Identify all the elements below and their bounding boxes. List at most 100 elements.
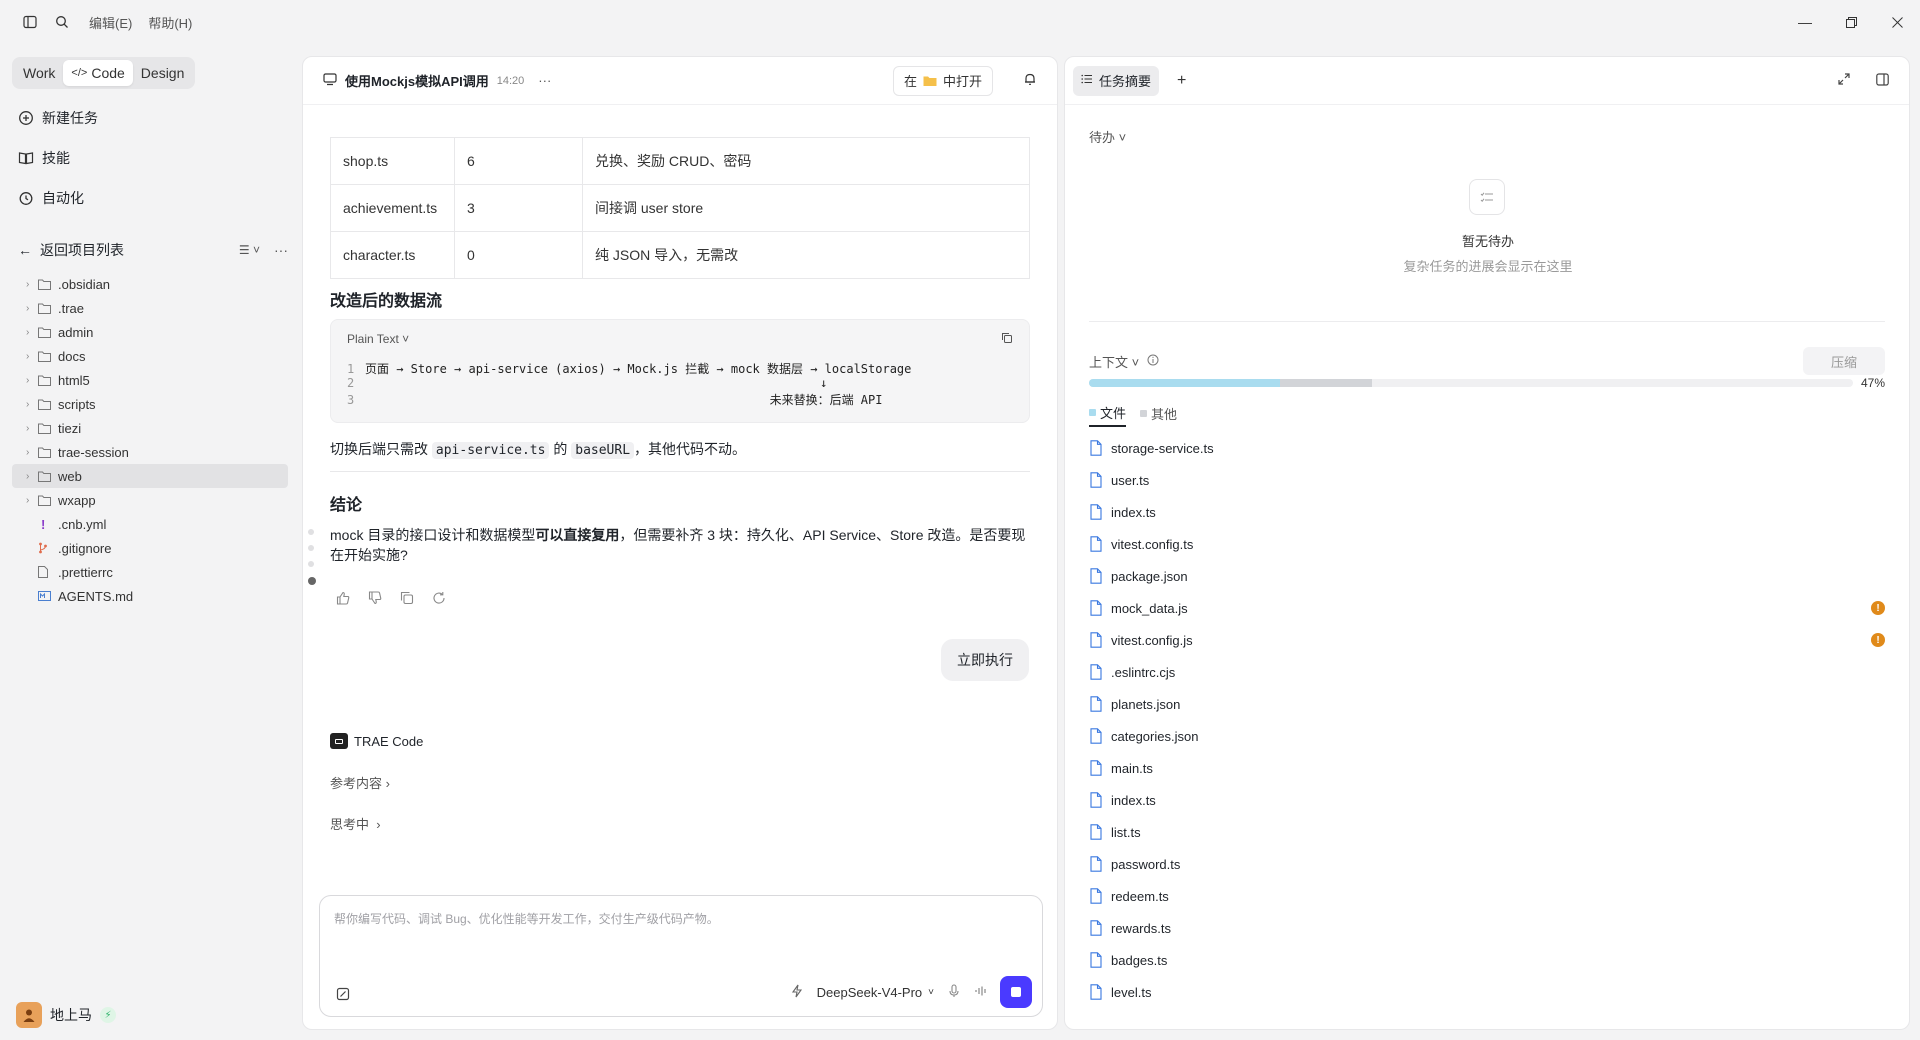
tab-other[interactable]: 其他 [1140, 403, 1177, 427]
nav-new-task-label: 新建任务 [42, 110, 98, 126]
nav-automation[interactable]: 自动化 [18, 188, 84, 208]
lightning-icon[interactable] [791, 984, 803, 1001]
mode-work-label: Work [23, 65, 56, 81]
nav-skills[interactable]: 技能 [18, 148, 70, 168]
marker-dot[interactable] [308, 545, 314, 551]
chat-input[interactable] [334, 910, 1024, 950]
thinking-toggle[interactable]: 思考中 › [330, 814, 381, 833]
refresh-icon[interactable] [432, 591, 446, 605]
files-swatch [1089, 409, 1096, 416]
file-list-item[interactable]: level.ts [1089, 976, 1885, 1008]
file-list-item[interactable]: badges.ts [1089, 944, 1885, 976]
waveform-icon[interactable] [974, 985, 986, 1000]
file-list-item[interactable]: vitest.config.js! [1089, 624, 1885, 656]
attach-icon[interactable] [336, 987, 350, 1004]
tab-files[interactable]: 文件 [1089, 403, 1127, 427]
file-list-item[interactable]: user.ts [1089, 464, 1885, 496]
copy-icon[interactable] [400, 591, 414, 605]
tree-folder[interactable]: › wxapp [12, 488, 288, 512]
code-language-selector[interactable]: Plain Text ˅ [347, 332, 409, 346]
user-profile[interactable]: 地上马 ⚡ [16, 1002, 116, 1028]
context-dropdown[interactable]: 上下文 ˅ [1089, 352, 1139, 371]
file-icon [1090, 632, 1102, 648]
tree-folder[interactable]: › tiezi [12, 416, 288, 440]
marker-dot-active[interactable] [308, 577, 316, 585]
mode-code-button[interactable]: </> Code [63, 60, 133, 86]
sidebar-toggle-icon[interactable] [19, 11, 41, 33]
new-task-icon [19, 111, 33, 125]
mode-work-button[interactable]: Work [15, 60, 63, 86]
expand-icon[interactable] [1838, 72, 1850, 89]
file-list-item[interactable]: rewards.ts [1089, 912, 1885, 944]
copy-icon[interactable] [1001, 332, 1013, 347]
marker-dot[interactable] [308, 561, 314, 567]
close-icon[interactable] [1874, 0, 1920, 44]
tree-folder[interactable]: › .obsidian [12, 272, 288, 296]
file-list-item[interactable]: categories.json [1089, 720, 1885, 752]
file-list-item[interactable]: index.ts [1089, 784, 1885, 816]
compress-button[interactable]: 压缩 [1803, 347, 1885, 375]
back-to-projects[interactable]: ← 返回项目列表 ☰ ˅ ··· [18, 240, 288, 260]
marker-dot[interactable] [308, 529, 314, 535]
chevron-right-icon[interactable]: › [26, 375, 38, 386]
microphone-icon[interactable] [948, 983, 960, 1001]
chevron-right-icon[interactable]: › [26, 399, 38, 410]
chevron-right-icon[interactable]: › [26, 327, 38, 338]
chevron-right-icon[interactable]: › [26, 423, 38, 434]
chevron-right-icon[interactable]: › [26, 303, 38, 314]
tree-folder[interactable]: › admin [12, 320, 288, 344]
tree-folder[interactable]: › html5 [12, 368, 288, 392]
mode-design-button[interactable]: Design [133, 60, 193, 86]
scroll-markers[interactable] [308, 529, 316, 595]
tree-file[interactable]: ! .cnb.yml [12, 512, 288, 536]
model-selector[interactable]: DeepSeek-V4-Pro ˅ [817, 985, 934, 1000]
nav-new-task[interactable]: 新建任务 [18, 108, 98, 128]
panel-toggle-icon[interactable] [1876, 72, 1889, 89]
more-icon[interactable]: ··· [538, 73, 551, 88]
chevron-right-icon[interactable]: › [26, 447, 38, 458]
file-list-item[interactable]: mock_data.js! [1089, 592, 1885, 624]
file-list-item[interactable]: package.json [1089, 560, 1885, 592]
info-icon[interactable] [1147, 354, 1159, 369]
usage-other-fill [1280, 379, 1372, 387]
tree-folder[interactable]: › .trae [12, 296, 288, 320]
tree-file[interactable]: AGENTS.md [12, 584, 288, 608]
markdown-icon [38, 591, 54, 601]
file-list-item[interactable]: password.ts [1089, 848, 1885, 880]
file-list-item[interactable]: redeem.ts [1089, 880, 1885, 912]
tree-file[interactable]: .prettierrc [12, 560, 288, 584]
stop-button[interactable] [1000, 976, 1032, 1008]
bell-icon[interactable] [1023, 72, 1037, 89]
thumbs-down-icon[interactable] [368, 591, 382, 605]
tree-folder[interactable]: › web [12, 464, 288, 488]
search-icon[interactable] [51, 11, 73, 33]
tree-file[interactable]: .gitignore [12, 536, 288, 560]
add-tab-icon[interactable]: + [1177, 72, 1186, 90]
file-list-item[interactable]: storage-service.ts [1089, 432, 1885, 464]
file-list-item[interactable]: vitest.config.ts [1089, 528, 1885, 560]
file-list-item[interactable]: planets.json [1089, 688, 1885, 720]
menu-edit[interactable]: 编辑(E) [89, 13, 132, 32]
file-list-item[interactable]: .eslintrc.cjs [1089, 656, 1885, 688]
file-list-item[interactable]: index.ts [1089, 496, 1885, 528]
open-in-folder-button[interactable]: 在 中打开 [892, 65, 993, 96]
tree-folder[interactable]: › docs [12, 344, 288, 368]
minimize-icon[interactable]: — [1782, 0, 1828, 44]
tab-task-summary[interactable]: 任务摘要 [1073, 65, 1160, 96]
restore-icon[interactable] [1828, 0, 1874, 44]
thumbs-up-icon[interactable] [336, 591, 350, 605]
more-icon[interactable]: ··· [274, 242, 288, 258]
reference-toggle[interactable]: 参考内容 › [330, 773, 390, 792]
chevron-right-icon[interactable]: › [26, 495, 38, 506]
chevron-right-icon[interactable]: › [26, 471, 38, 482]
todo-dropdown[interactable]: 待办 ˅ [1089, 127, 1126, 146]
list-view-icon[interactable]: ☰ ˅ [239, 243, 260, 257]
tree-folder[interactable]: › scripts [12, 392, 288, 416]
file-list-item[interactable]: list.ts [1089, 816, 1885, 848]
menu-help[interactable]: 帮助(H) [148, 13, 192, 32]
chevron-right-icon[interactable]: › [26, 279, 38, 290]
usage-percent: 47% [1860, 376, 1885, 390]
chevron-right-icon[interactable]: › [26, 351, 38, 362]
tree-folder[interactable]: › trae-session [12, 440, 288, 464]
file-list-item[interactable]: main.ts [1089, 752, 1885, 784]
